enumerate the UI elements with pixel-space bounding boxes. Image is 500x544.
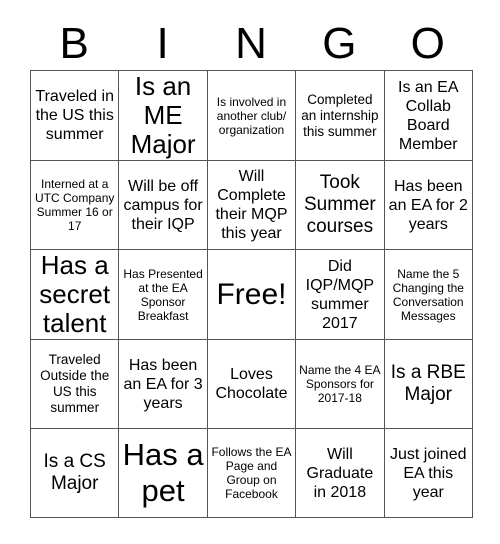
bingo-cell-b2[interactable]: Interned at a UTC Company Summer 16 or 1… [29, 160, 120, 250]
bingo-cell-i3[interactable]: Has Presented at the EA Sponsor Breakfas… [118, 249, 208, 340]
bingo-row: Is a CS Major Has a pet Follows the EA P… [29, 428, 473, 518]
bingo-cell-b5[interactable]: Is a CS Major [29, 428, 120, 518]
bingo-cell-n5[interactable]: Follows the EA Page and Group on Faceboo… [206, 428, 297, 518]
bingo-cell-i5[interactable]: Has a pet [118, 428, 208, 518]
bingo-grid: Traveled in the US this summer Is an ME … [29, 70, 473, 518]
bingo-cell-i4[interactable]: Has been an EA for 3 years [118, 339, 208, 429]
bingo-cell-b3[interactable]: Has a secret talent [29, 249, 120, 340]
bingo-cell-g1[interactable]: Completed an internship this summer [295, 70, 385, 161]
bingo-cell-g3[interactable]: Did IQP/MQP summer 2017 [295, 249, 385, 340]
bingo-header-letter-g: G [322, 19, 357, 68]
bingo-header-letter-o: O [410, 19, 445, 68]
bingo-cell-b4[interactable]: Traveled Outside the US this summer [29, 339, 120, 429]
bingo-row: Traveled in the US this summer Is an ME … [29, 70, 473, 161]
bingo-cell-i1[interactable]: Is an ME Major [118, 70, 208, 161]
bingo-card: B I N G O Traveled in the US this summer… [0, 0, 500, 544]
bingo-cell-n4[interactable]: Loves Chocolate [206, 339, 297, 429]
bingo-cell-n1[interactable]: Is involved in another club/ organizatio… [206, 70, 297, 161]
bingo-cell-o3[interactable]: Name the 5 Changing the Conversation Mes… [383, 249, 473, 340]
bingo-row: Has a secret talent Has Presented at the… [29, 249, 473, 340]
bingo-cell-o4[interactable]: Is a RBE Major [383, 339, 473, 429]
bingo-cell-n2[interactable]: Will Complete their MQP this year [206, 160, 297, 250]
bingo-row: Interned at a UTC Company Summer 16 or 1… [29, 160, 473, 250]
bingo-row: Traveled Outside the US this summer Has … [29, 339, 473, 429]
bingo-cell-o1[interactable]: Is an EA Collab Board Member [383, 70, 473, 161]
bingo-header-letter-n: N [235, 19, 267, 68]
bingo-cell-free-space[interactable]: Free! [206, 249, 297, 340]
bingo-cell-o5[interactable]: Just joined EA this year [383, 428, 473, 518]
bingo-cell-g4[interactable]: Name the 4 EA Sponsors for 2017-18 [295, 339, 385, 429]
bingo-header-letter-i: I [156, 19, 169, 68]
bingo-cell-o2[interactable]: Has been an EA for 2 years [383, 160, 473, 250]
bingo-cell-b1[interactable]: Traveled in the US this summer [29, 70, 120, 161]
bingo-header-letter-b: B [59, 19, 89, 68]
bingo-cell-g5[interactable]: Will Graduate in 2018 [295, 428, 385, 518]
bingo-cell-g2[interactable]: Took Summer courses [295, 160, 385, 250]
bingo-header-row: B I N G O [30, 0, 472, 70]
bingo-cell-i2[interactable]: Will be off campus for their IQP [118, 160, 208, 250]
